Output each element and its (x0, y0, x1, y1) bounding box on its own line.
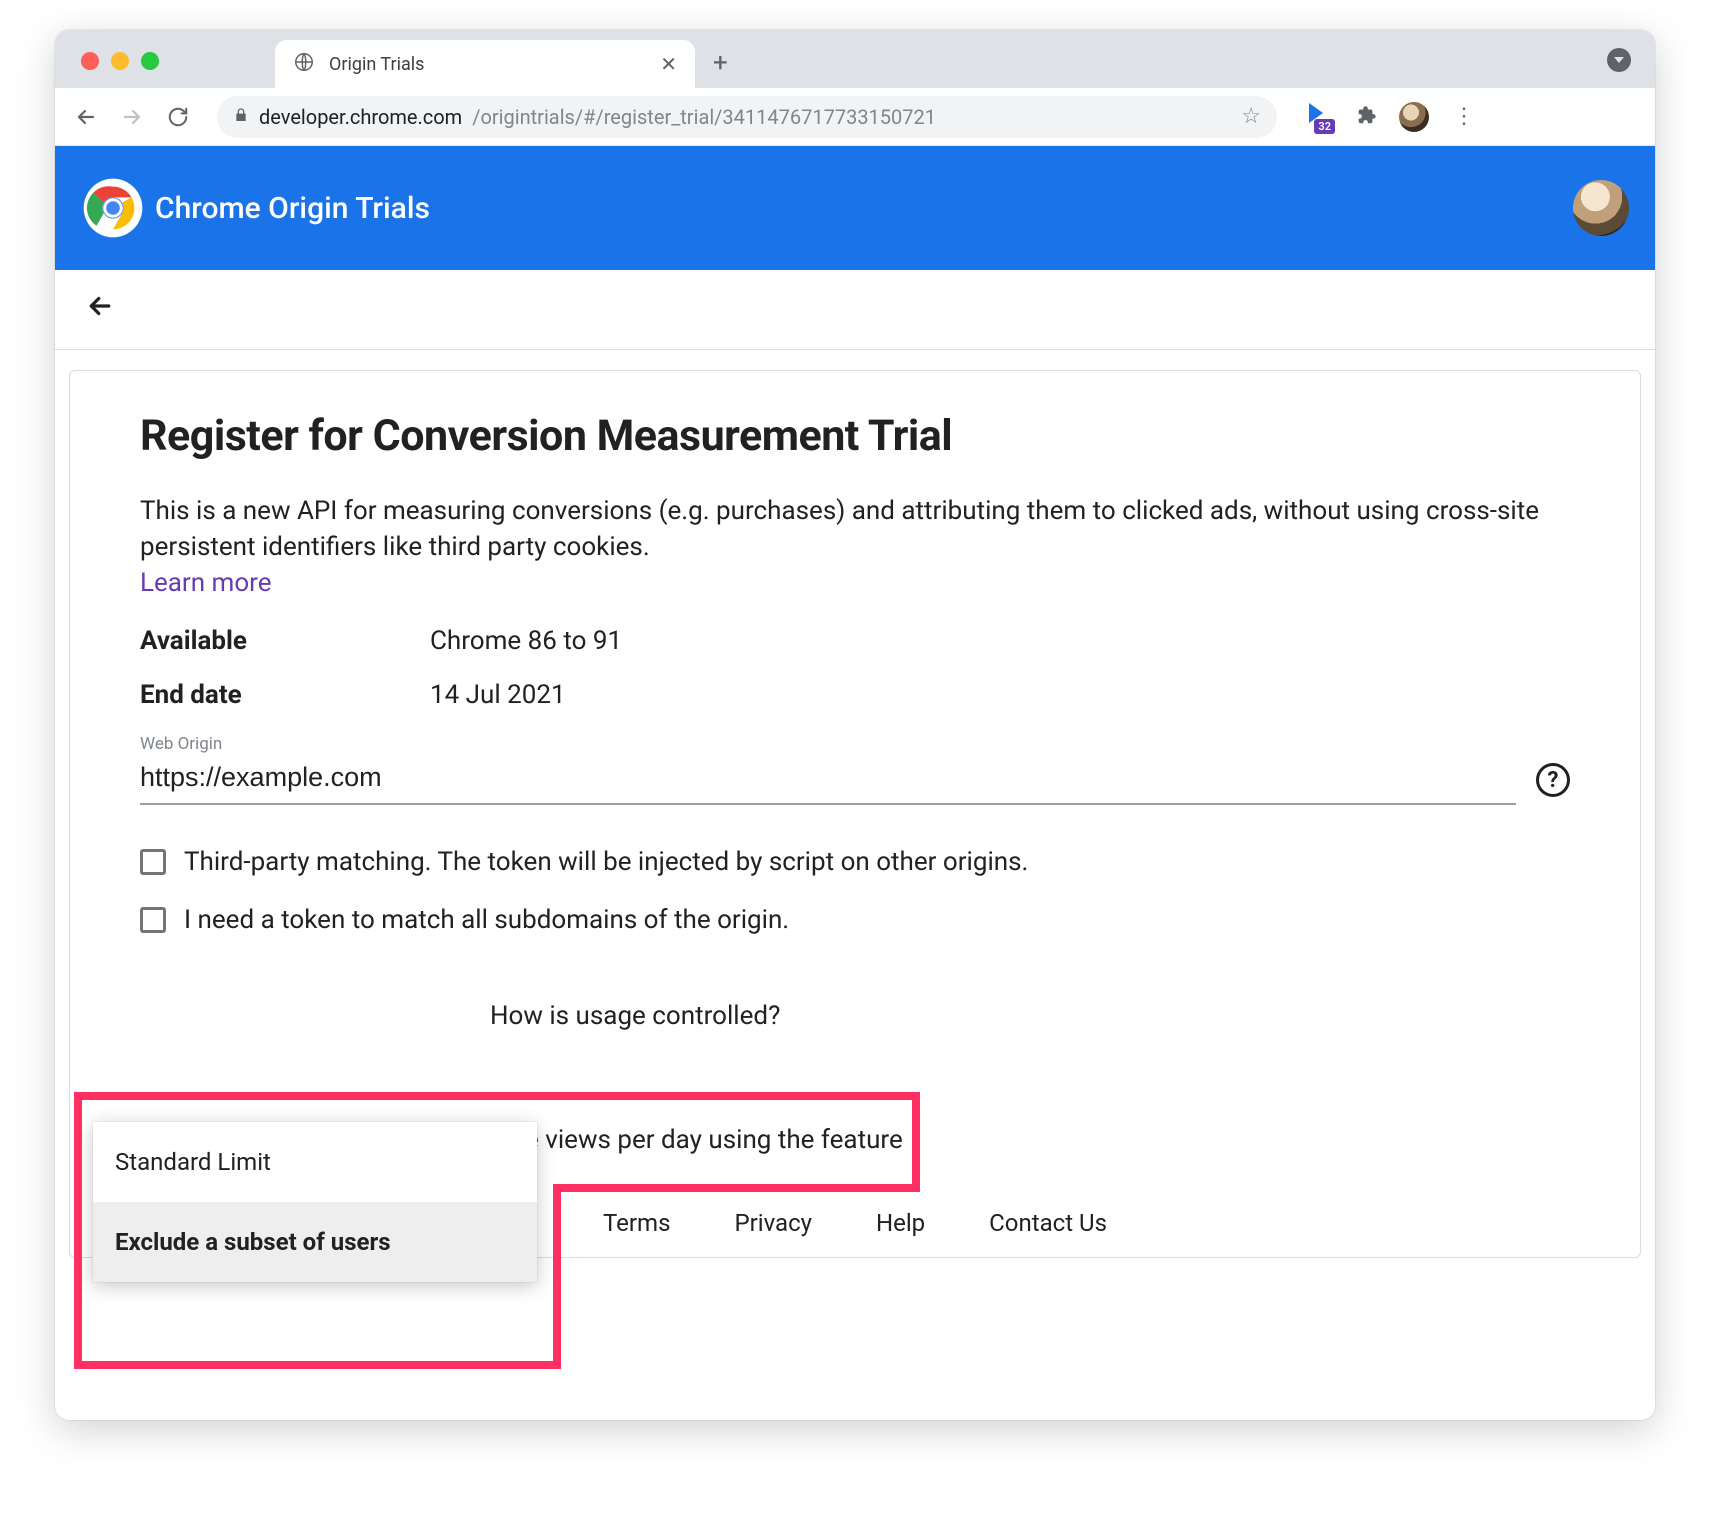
subdomains-checkbox[interactable] (140, 907, 166, 933)
close-window-button[interactable] (81, 52, 99, 70)
page-title: Register for Conversion Measurement Tria… (140, 411, 1570, 461)
chrome-menu-button[interactable]: ⋮ (1453, 104, 1473, 129)
web-origin-input[interactable] (140, 756, 1516, 805)
forward-button[interactable] (115, 100, 149, 134)
subdomains-checkbox-label: I need a token to match all subdomains o… (184, 905, 789, 935)
end-date-value: 14 Jul 2021 (430, 680, 566, 710)
reload-button[interactable] (161, 100, 195, 134)
extensions-button[interactable] (1355, 104, 1377, 130)
back-button[interactable] (69, 100, 103, 134)
end-date-label: End date (140, 680, 430, 710)
tab-title: Origin Trials (329, 54, 646, 75)
available-label: Available (140, 626, 430, 656)
minimize-window-button[interactable] (111, 52, 129, 70)
tab-overflow-button[interactable] (1607, 48, 1631, 72)
end-date-row: End date 14 Jul 2021 (140, 680, 1570, 710)
bookmark-star-icon[interactable]: ☆ (1241, 104, 1261, 129)
extension-badge: 32 (1314, 119, 1335, 134)
lock-icon (233, 107, 249, 127)
browser-window: Origin Trials ✕ + developer.chrome.com/o… (55, 30, 1655, 1420)
browser-toolbar: developer.chrome.com/origintrials/#/regi… (55, 88, 1655, 146)
tab-strip: Origin Trials ✕ + (55, 30, 1655, 88)
globe-icon (293, 51, 315, 77)
subdomains-checkbox-row: I need a token to match all subdomains o… (140, 905, 1570, 935)
address-bar[interactable]: developer.chrome.com/origintrials/#/regi… (217, 96, 1277, 138)
page-back-button[interactable] (75, 281, 125, 339)
window-controls (81, 52, 159, 70)
footer-help-link[interactable]: Help (876, 1209, 925, 1237)
url-path: /origintrials/#/register_trial/341147671… (472, 105, 936, 129)
web-origin-field: Web Origin ? (140, 734, 1570, 805)
close-tab-button[interactable]: ✕ (660, 52, 677, 76)
dropdown-option-standard[interactable]: Standard Limit (93, 1122, 537, 1202)
user-avatar[interactable] (1573, 180, 1629, 236)
app-header: Chrome Origin Trials (55, 146, 1655, 270)
help-icon[interactable]: ? (1536, 763, 1570, 797)
web-origin-label: Web Origin (140, 734, 1570, 754)
footer-privacy-link[interactable]: Privacy (734, 1209, 812, 1237)
expected-usage-text: age views per day using the feature (496, 1125, 903, 1155)
third-party-checkbox-label: Third-party matching. The token will be … (184, 847, 1028, 877)
third-party-checkbox[interactable] (140, 849, 166, 875)
profile-avatar[interactable] (1399, 102, 1429, 132)
browser-tab[interactable]: Origin Trials ✕ (275, 40, 695, 88)
app-title: Chrome Origin Trials (155, 191, 430, 226)
available-row: Available Chrome 86 to 91 (140, 626, 1570, 656)
url-host: developer.chrome.com (259, 105, 462, 129)
chrome-logo-icon (81, 176, 145, 240)
learn-more-link[interactable]: Learn more (140, 568, 272, 598)
usage-restriction-dropdown: Standard Limit Exclude a subset of users (93, 1122, 537, 1282)
third-party-checkbox-row: Third-party matching. The token will be … (140, 847, 1570, 877)
annotation-highlight (554, 1184, 920, 1192)
dropdown-option-exclude[interactable]: Exclude a subset of users (93, 1202, 537, 1282)
footer-terms-link[interactable]: Terms (603, 1209, 670, 1237)
maximize-window-button[interactable] (141, 52, 159, 70)
footer-contact-link[interactable]: Contact Us (989, 1209, 1107, 1237)
usage-question-text: How is usage controlled? (490, 1001, 1570, 1031)
page-sub-bar (55, 270, 1655, 350)
new-tab-button[interactable]: + (713, 48, 728, 78)
extension-lighthouse-icon[interactable]: 32 (1303, 102, 1333, 132)
page-description: This is a new API for measuring conversi… (140, 493, 1570, 566)
available-value: Chrome 86 to 91 (430, 626, 622, 656)
